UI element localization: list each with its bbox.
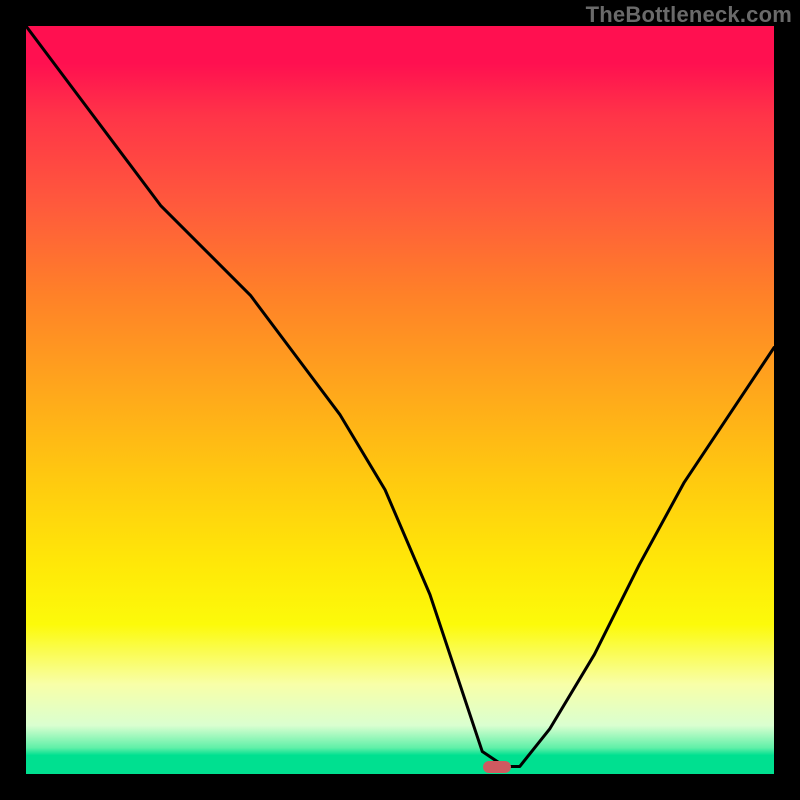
chart-container: TheBottleneck.com (0, 0, 800, 800)
watermark-text: TheBottleneck.com (586, 2, 792, 28)
bottleneck-curve (26, 26, 774, 774)
optimal-marker (483, 761, 511, 773)
plot-area (26, 26, 774, 774)
